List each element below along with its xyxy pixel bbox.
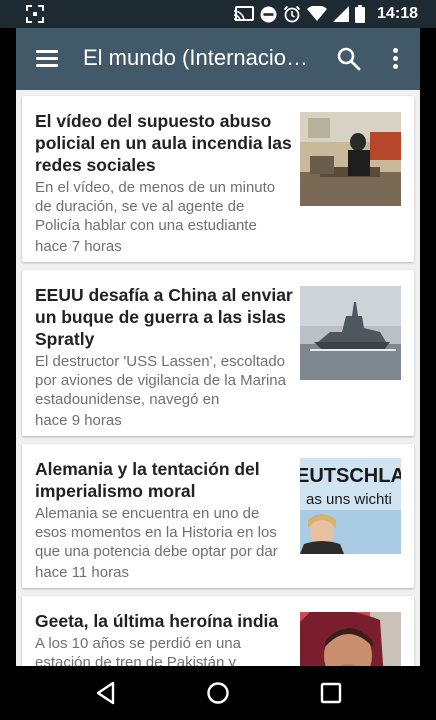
article-summary: Alemania se encuentra en uno de esos mom… [35, 505, 278, 560]
article-time: hace 7 horas [35, 238, 122, 255]
battery-icon [355, 5, 366, 23]
thumbnail-text-line1: EUTSCHLA [300, 465, 401, 487]
article-thumbnail [300, 286, 401, 380]
recents-icon[interactable] [318, 680, 344, 706]
article-text: Geeta, la última heroína india A los 10 … [35, 610, 293, 666]
article-title: Geeta, la última heroína india [35, 611, 279, 631]
navigation-bar [0, 666, 436, 720]
article-summary: En el vídeo, de menos de un minuto de du… [35, 179, 276, 234]
article-time: hace 9 horas [35, 412, 122, 429]
article-text: El vídeo del supuesto abuso policial en … [35, 110, 293, 256]
search-icon[interactable] [336, 46, 362, 72]
status-icons: 14:18 [234, 4, 418, 24]
article-card[interactable]: El vídeo del supuesto abuso policial en … [22, 96, 414, 262]
status-time: 14:18 [377, 5, 418, 22]
article-card[interactable]: EEUU desafía a China al enviar un buque … [22, 270, 414, 436]
article-thumbnail [300, 112, 401, 206]
do-not-disturb-icon [260, 6, 277, 22]
article-thumbnail: EUTSCHLA as uns wichti [300, 458, 401, 554]
alarm-icon [283, 5, 301, 23]
article-summary: El destructor 'USS Lassen', escoltado po… [35, 353, 286, 408]
home-icon[interactable] [205, 680, 231, 706]
app-bar: El mundo (Internacio… [16, 28, 420, 90]
article-summary: A los 10 años se perdió en una estación … [35, 635, 241, 666]
status-bar: 14:18 [0, 0, 436, 28]
app-title: El mundo (Internacio… [83, 45, 308, 70]
article-text: EEUU desafía a China al enviar un buque … [35, 284, 293, 430]
article-title: El vídeo del supuesto abuso policial en … [35, 111, 292, 175]
article-title: EEUU desafía a China al enviar un buque … [35, 285, 293, 349]
article-list[interactable]: El vídeo del supuesto abuso policial en … [16, 90, 420, 666]
menu-icon[interactable] [36, 50, 58, 68]
wifi-icon [307, 6, 328, 21]
article-card[interactable]: Geeta, la última heroína india A los 10 … [22, 596, 414, 666]
article-thumbnail [300, 612, 401, 666]
article-time: hace 11 horas [35, 564, 129, 581]
article-card[interactable]: Alemania y la tentación del imperialismo… [22, 444, 414, 588]
article-title: Alemania y la tentación del imperialismo… [35, 459, 260, 501]
screenshot-icon [26, 5, 44, 23]
cell-signal-icon [333, 6, 350, 22]
back-icon[interactable] [93, 680, 119, 706]
article-text: Alemania y la tentación del imperialismo… [35, 458, 293, 582]
cast-icon [234, 6, 255, 22]
more-options-icon[interactable] [391, 48, 399, 70]
thumbnail-text-line2: as uns wichti [306, 491, 392, 508]
